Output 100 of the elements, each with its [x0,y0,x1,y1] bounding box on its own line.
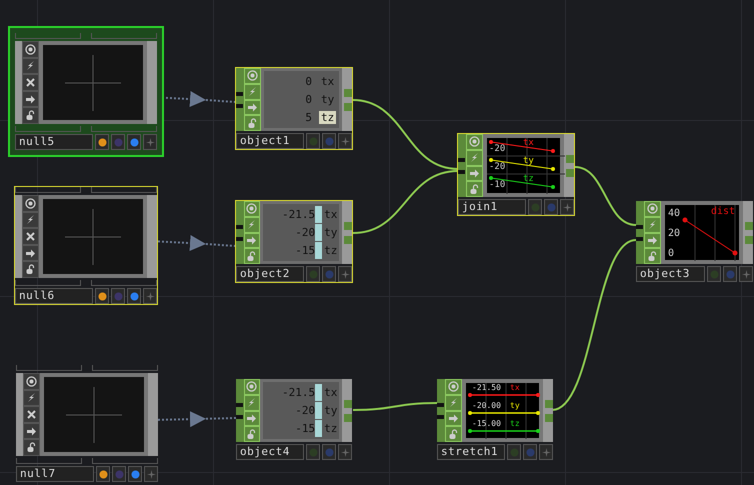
param-value: -20 [294,226,316,239]
input-port[interactable] [437,402,444,406]
input-strip[interactable] [636,201,644,264]
flag-button[interactable] [338,444,352,460]
dot-icon [98,470,108,478]
channel-name: dist [711,207,736,217]
input-port[interactable] [636,236,643,240]
node-frame[interactable]: null6 [14,186,158,305]
sparkle-icon [146,138,154,146]
input-port[interactable] [236,236,243,240]
flag-button[interactable] [144,466,158,482]
axis-label: 20 [668,229,680,239]
target-icon[interactable] [26,376,37,387]
node-name[interactable]: null5 [15,134,93,150]
dot-icon [526,448,534,456]
input-port[interactable] [458,170,465,174]
input-strip[interactable] [15,41,22,124]
node-frame[interactable]: -20 tx -20 ty -10 tz join1 [457,133,575,216]
input-port[interactable] [636,224,643,228]
channel-name: ty [523,157,534,166]
param-name: tx [323,208,338,222]
param-name: tx [320,75,336,88]
output-strip[interactable] [342,68,352,131]
channel-name: tx [510,384,520,392]
flag-button[interactable] [127,134,141,150]
dot-icon [130,292,138,300]
bolt-icon[interactable] [25,214,36,226]
input-port[interactable] [236,104,243,108]
param-name: tz [319,110,336,124]
axis-label: 40 [668,209,680,219]
arrow-icon[interactable] [26,426,37,437]
arrow-icon[interactable] [25,94,36,105]
node-name[interactable]: object1 [236,133,304,149]
output-strip[interactable] [342,379,352,442]
flag-button[interactable] [338,266,352,282]
flag-button[interactable] [539,444,553,460]
input-strip[interactable] [437,379,445,442]
node-name[interactable]: null7 [16,466,94,482]
node-name[interactable]: object2 [236,266,304,282]
flag-button[interactable] [127,288,141,304]
node-name[interactable]: object3 [636,266,705,282]
input-strip[interactable] [15,195,22,278]
input-strip[interactable] [16,373,23,456]
cross-icon[interactable] [26,408,37,420]
input-port[interactable] [437,414,444,418]
input-port[interactable] [236,414,243,418]
input-strip[interactable] [458,134,466,197]
flag-button[interactable] [338,133,352,149]
sparkle-icon [340,136,350,146]
node-name[interactable]: stretch1 [437,444,505,460]
flag-button[interactable] [143,288,157,304]
node-frame[interactable]: 0 tx 0 ty 5 tz object1 [235,67,353,150]
cross-icon[interactable] [25,76,36,88]
input-strip[interactable] [236,201,244,264]
node-frame[interactable]: null5 [8,26,164,157]
node-name[interactable]: object4 [236,444,304,460]
flag-button[interactable] [739,266,753,282]
flag-button[interactable] [128,466,142,482]
channel-value: -15.00 [472,420,501,428]
flag-button[interactable] [96,466,110,482]
channel-value: -20.00 [472,402,501,410]
output-strip[interactable] [564,134,574,197]
output-strip[interactable] [342,201,352,264]
cross-icon[interactable] [25,230,36,242]
dot-icon [98,292,106,300]
input-strip[interactable] [236,379,244,442]
target-icon[interactable] [25,198,36,209]
input-port[interactable] [236,92,243,96]
dot-icon [726,270,734,278]
output-strip[interactable] [743,201,753,264]
param-value: -21.5 [280,386,316,400]
node-frame[interactable]: -21.5 tx -20 ty -15 tz object2 [235,200,353,283]
param-value: 0 [304,92,312,106]
node-name[interactable]: null6 [15,288,93,304]
input-port[interactable] [236,402,243,406]
input-port[interactable] [236,224,243,228]
flag-button[interactable] [143,134,157,150]
flag-button[interactable] [95,288,109,304]
bolt-icon[interactable] [25,60,36,72]
output-strip[interactable] [543,379,553,442]
arrow-icon[interactable] [25,248,36,259]
lock-icon[interactable] [25,110,36,122]
param-value: 0 [304,75,312,88]
lock-icon[interactable] [26,442,37,454]
input-strip[interactable] [236,68,244,131]
lock-icon[interactable] [25,264,36,276]
sparkle-icon [562,202,572,212]
bolt-icon[interactable] [26,392,37,404]
input-port[interactable] [458,158,465,162]
node-name[interactable]: join1 [458,199,526,215]
dot-icon [114,138,122,146]
dot-icon [308,136,318,146]
sparkle-icon [146,292,154,300]
param-name: tx [323,386,338,400]
target-icon[interactable] [25,44,36,55]
sparkle-icon [742,270,750,278]
flag-button[interactable] [95,134,109,150]
dot-icon [308,270,318,278]
flag-button[interactable] [560,199,574,215]
crosshair-icon [65,54,121,110]
